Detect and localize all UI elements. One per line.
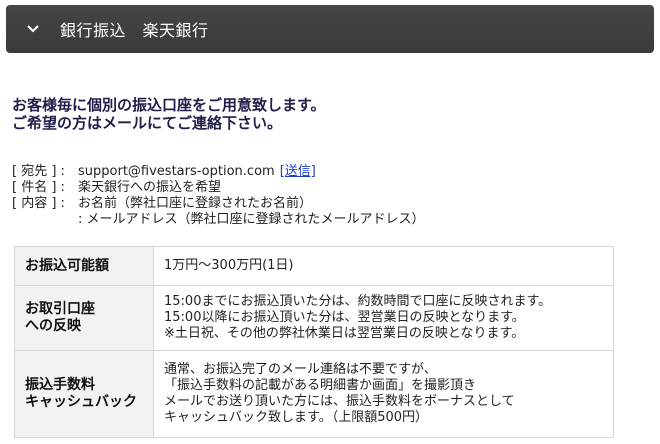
row-header-text: お取引口座 bbox=[25, 301, 95, 317]
intro-line: ご希望の方はメールにてご連絡下さい。 bbox=[12, 114, 283, 132]
row-header-text: への反映 bbox=[25, 318, 81, 334]
row-header-amount: お振込可能額 bbox=[14, 246, 154, 286]
contact-subject-row: [ 件名 ] : 楽天銀行への振込を希望 bbox=[12, 180, 652, 196]
row-header-fee-cashback: 振込手数料 キャッシュバック bbox=[14, 350, 154, 438]
contact-to-row: [ 宛先 ] : support@fivestars-option.com [送… bbox=[12, 164, 652, 180]
accordion-title: 銀行振込 楽天銀行 bbox=[60, 21, 209, 40]
send-email-link[interactable]: [送信] bbox=[280, 164, 316, 180]
row-value-line: キャッシュバック致します。（上限額500円） bbox=[164, 410, 429, 425]
intro-message: お客様毎に個別の振込口座をご用意致します。 ご希望の方はメールにてご連絡下さい。 bbox=[12, 96, 652, 132]
row-value-fee-cashback: 通常、お振込完了のメール連絡は不要ですが、 「振込手数料の記載がある明細書か画面… bbox=[153, 350, 614, 438]
contact-subject-value: 楽天銀行への振込を希望 bbox=[78, 180, 222, 195]
chevron-down-icon[interactable] bbox=[26, 24, 40, 34]
table-row: 振込手数料 キャッシュバック 通常、お振込完了のメール連絡は不要ですが、 「振込… bbox=[14, 350, 614, 438]
contact-body-row-2: : メールアドレス（弊社口座に登録されたメールアドレス） bbox=[12, 212, 652, 228]
bank-transfer-accordion-header[interactable]: 銀行振込 楽天銀行 bbox=[6, 5, 654, 53]
row-value-line: メールでお送り頂いた方には、振込手数料をボーナスとして bbox=[164, 394, 515, 409]
contact-instructions: [ 宛先 ] : support@fivestars-option.com [送… bbox=[12, 164, 652, 228]
contact-body-label: [ 内容 ] : bbox=[12, 196, 65, 211]
row-header-reflection: お取引口座 への反映 bbox=[14, 285, 154, 351]
contact-to-label: [ 宛先 ] : bbox=[12, 164, 65, 179]
contact-body-line: お名前（弊社口座に登録されたお名前） bbox=[78, 196, 313, 211]
table-row: お振込可能額 1万円～300万円(1日) bbox=[14, 246, 614, 286]
transfer-info-table: お振込可能額 1万円～300万円(1日) お取引口座 への反映 15:00までに… bbox=[14, 246, 614, 438]
contact-email-address: support@fivestars-option.com bbox=[78, 164, 275, 179]
row-header-text: キャッシュバック bbox=[25, 394, 137, 410]
row-value-line: 通常、お振込完了のメール連絡は不要ですが、 bbox=[164, 362, 437, 377]
contact-subject-label: [ 件名 ] : bbox=[12, 180, 65, 195]
contact-body-indent bbox=[12, 212, 78, 228]
row-value-line: 15:00までにお振込頂いた分は、約数時間で口座に反映されます。 bbox=[164, 294, 552, 309]
intro-line: お客様毎に個別の振込口座をご用意致します。 bbox=[12, 96, 326, 114]
table-row: お取引口座 への反映 15:00までにお振込頂いた分は、約数時間で口座に反映され… bbox=[14, 285, 614, 351]
row-value-reflection: 15:00までにお振込頂いた分は、約数時間で口座に反映されます。 15:00以降… bbox=[153, 285, 614, 351]
row-value-line: 15:00以降にお振込頂いた分は、翌営業日の反映となります。 bbox=[164, 310, 525, 325]
contact-body-row: [ 内容 ] : お名前（弊社口座に登録されたお名前） bbox=[12, 196, 652, 212]
row-value-line: 1万円～300万円(1日) bbox=[164, 258, 294, 273]
row-header-text: お振込可能額 bbox=[25, 257, 109, 274]
row-header-text: 振込手数料 bbox=[25, 377, 95, 393]
row-value-line: ※土日祝、その他の弊社休業日は翌営業日の反映となります。 bbox=[164, 326, 525, 341]
contact-body-line: : メールアドレス（弊社口座に登録されたメールアドレス） bbox=[78, 212, 425, 227]
row-value-line: 「振込手数料の記載がある明細書か画面」を撮影頂き bbox=[164, 378, 477, 393]
row-value-amount: 1万円～300万円(1日) bbox=[153, 246, 614, 286]
